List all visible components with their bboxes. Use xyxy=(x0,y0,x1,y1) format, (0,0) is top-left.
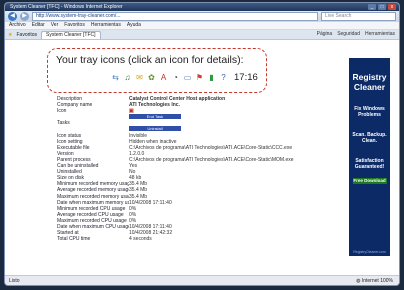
question-icon[interactable]: ? xyxy=(218,71,229,83)
ad-title: Registry Cleaner xyxy=(352,72,387,92)
minimize-button[interactable]: _ xyxy=(368,4,376,10)
speaker-icon[interactable]: ♫ xyxy=(122,71,133,83)
envelope-icon[interactable]: ✉ xyxy=(134,71,145,83)
maximize-button[interactable]: □ xyxy=(378,4,386,10)
ad-line-scan: Scan. Backup. Clean. xyxy=(352,132,387,144)
menu-item[interactable]: Editar xyxy=(32,22,45,29)
tray-clock: 17:16 xyxy=(234,71,258,83)
search-input[interactable]: Live Search xyxy=(321,12,396,21)
ad-line-fix: Fix Windows Problems xyxy=(354,106,385,118)
task-button[interactable]: Uninstall xyxy=(129,126,181,132)
free-download-button[interactable]: Free Download xyxy=(352,178,387,184)
address-bar: ◀ ▶ http://www.system-tray-cleaner.com/.… xyxy=(5,11,399,22)
tray-icon-row: ⇆ ♫ ✉ ✿ A ◔ ▭ ⚑ ▮? 17:16 xyxy=(110,71,258,83)
window-title: System Cleaner [TFC] - Windows Internet … xyxy=(10,4,123,10)
window-titlebar: System Cleaner [TFC] - Windows Internet … xyxy=(5,3,399,11)
detail-key: Total CPU time xyxy=(57,236,91,243)
menu-item[interactable]: Herramientas xyxy=(91,22,121,29)
back-arrow-icon[interactable]: ◀ xyxy=(8,12,17,21)
menu-item[interactable]: Favoritos xyxy=(64,22,85,29)
detail-row: Total CPU time 4 seconds xyxy=(57,236,342,242)
tool-tools[interactable]: Herramientas xyxy=(365,31,395,37)
zone-label: Internet xyxy=(361,278,379,284)
tool-security[interactable]: Seguridad xyxy=(337,31,360,37)
status-text: Listo xyxy=(9,278,20,284)
menu-bar: Archivo Editar Ver Favoritos Herramienta… xyxy=(5,22,399,30)
menu-item[interactable]: Archivo xyxy=(9,22,26,29)
forward-arrow-icon[interactable]: ▶ xyxy=(20,12,29,21)
details-table: Description Catalyst Control Center Host … xyxy=(57,96,342,242)
network-icon[interactable]: ⇆ xyxy=(110,71,121,83)
registry-cleaner-ad[interactable]: Registry Cleaner Fix Windows Problems Sc… xyxy=(349,58,390,256)
tray-icons-callout: Your tray icons (click an icon for detai… xyxy=(47,48,267,93)
tab-bar: ★ Favoritos System Cleaner [TFC] Página … xyxy=(5,30,399,40)
tray-title: Your tray icons (click an icon for detai… xyxy=(56,54,244,66)
detail-value: 4 seconds xyxy=(129,236,152,243)
globe-icon: ◍ xyxy=(356,278,361,284)
bar-chart-icon[interactable]: ▮ xyxy=(206,71,217,83)
favorites-label[interactable]: Favoritos xyxy=(16,32,37,38)
ad-line-satisfaction: Satisfaction Guaranteed! xyxy=(354,158,385,170)
menu-item[interactable]: Ayuda xyxy=(127,22,141,29)
ad-footer: RegistryCleaner.com xyxy=(353,250,386,254)
tool-icon[interactable]: ✿ xyxy=(146,71,157,83)
status-bar: Listo ◍ Internet 100% xyxy=(5,275,399,285)
menu-item[interactable]: Ver xyxy=(51,22,59,29)
flag-icon[interactable]: ⚑ xyxy=(194,71,205,83)
clock-icon[interactable]: ◔ xyxy=(170,71,181,83)
tab-system-cleaner[interactable]: System Cleaner [TFC] xyxy=(41,30,101,39)
ati-icon[interactable]: A xyxy=(158,71,169,83)
favorites-star-icon[interactable]: ★ xyxy=(8,32,12,38)
monitor-icon[interactable]: ▭ xyxy=(182,71,193,83)
close-button[interactable]: x xyxy=(388,4,396,10)
task-button[interactable]: End Task xyxy=(129,114,181,120)
zoom-level[interactable]: 100% xyxy=(380,278,393,284)
url-input[interactable]: http://www.system-tray-cleaner.com/... xyxy=(32,12,318,21)
tool-page[interactable]: Página xyxy=(317,31,333,37)
